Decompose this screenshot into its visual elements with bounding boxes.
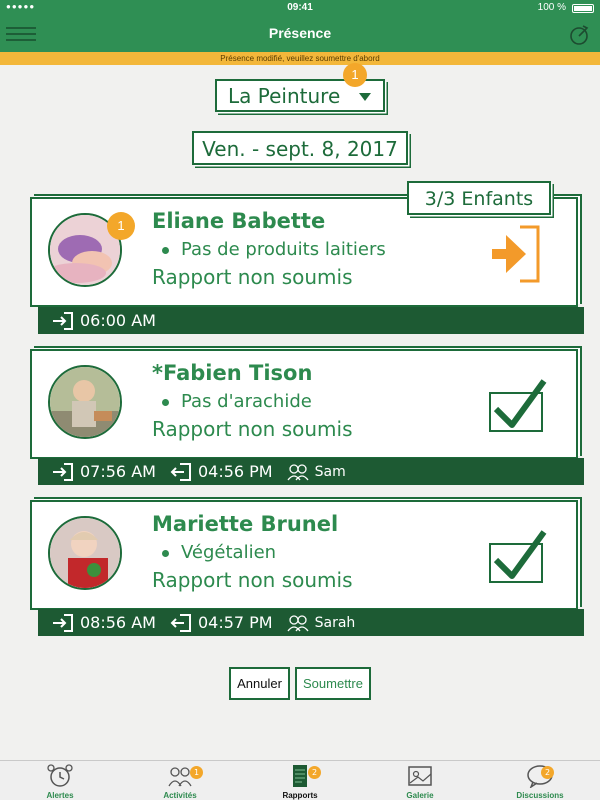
check-in-icon <box>53 462 73 481</box>
caret-down-icon <box>359 93 371 101</box>
tab-badge: 2 <box>541 766 554 779</box>
sync-icon[interactable] <box>566 22 592 48</box>
tab-label: Galerie <box>406 791 434 800</box>
check-in-time: 08:56 AM <box>80 613 156 632</box>
child-name: Mariette Brunel <box>152 512 339 536</box>
report-status: Rapport non soumis <box>152 568 353 592</box>
attendance-time-bar: 08:56 AM 04:57 PM Sarah <box>38 609 584 636</box>
staff-icon <box>287 614 309 631</box>
checkbox-checked-icon[interactable] <box>486 375 548 437</box>
children-count: 3/3 Enfants <box>407 181 551 215</box>
child-photo <box>48 516 122 590</box>
tab-discussions[interactable]: 2 Discussions <box>480 761 600 800</box>
staff-name: Sarah <box>314 614 356 631</box>
tab-label: Alertes <box>46 791 74 800</box>
check-in-time: 07:56 AM <box>80 462 156 481</box>
child-badge: 1 <box>107 212 135 240</box>
status-bar: ●●●●● 09:41 100 % <box>0 0 600 16</box>
gallery-icon <box>408 766 432 786</box>
child-diet: Pas de produits laitiers <box>162 239 386 260</box>
check-out-time: 04:57 PM <box>197 613 273 632</box>
tab-activites[interactable]: 1 Activités <box>120 761 240 800</box>
cancel-button[interactable]: Annuler <box>229 667 290 700</box>
child-photo <box>48 365 122 439</box>
sign-in-icon[interactable] <box>486 223 548 285</box>
tab-alertes[interactable]: Alertes <box>0 761 120 800</box>
attendance-time-bar: 07:56 AM 04:56 PM Sam <box>38 458 584 485</box>
check-in-icon <box>53 613 73 632</box>
child-diet: Végétalien <box>162 542 276 563</box>
check-out-icon <box>170 613 191 632</box>
check-in-time: 06:00 AM <box>80 311 156 330</box>
tab-galerie[interactable]: Galerie <box>360 761 480 800</box>
child-card[interactable]: Mariette Brunel Végétalien Rapport non s… <box>30 500 578 610</box>
tab-label: Rapports <box>282 791 318 800</box>
staff-name: Sam <box>314 463 346 480</box>
report-status: Rapport non soumis <box>152 417 353 441</box>
class-select-badge: 1 <box>343 63 367 87</box>
report-status: Rapport non soumis <box>152 265 353 289</box>
nav-bar: Présence <box>0 16 600 52</box>
child-card[interactable]: *Fabien Tison Pas d'arachide Rapport non… <box>30 349 578 459</box>
child-name: *Fabien Tison <box>152 361 313 385</box>
tab-rapports[interactable]: 2 Rapports <box>240 761 360 800</box>
child-diet: Pas d'arachide <box>162 391 312 412</box>
staff-icon <box>287 463 309 480</box>
activities-icon <box>168 767 192 787</box>
tab-bar: Alertes 1 Activités 2 Rapports Galerie 2… <box>0 760 600 800</box>
checkbox-checked-icon[interactable] <box>486 526 548 588</box>
child-name: Eliane Babette <box>152 209 326 233</box>
battery-icon <box>572 4 594 13</box>
submit-button[interactable]: Soumettre <box>295 667 371 700</box>
attendance-time-bar: 06:00 AM <box>38 307 584 334</box>
status-time: 09:41 <box>287 2 313 13</box>
class-select-value: La Peinture <box>228 84 341 108</box>
check-out-time: 04:56 PM <box>197 462 273 481</box>
tab-label: Discussions <box>516 791 564 800</box>
tab-badge: 2 <box>308 766 321 779</box>
alarm-clock-icon <box>47 764 73 787</box>
date-selector[interactable]: Ven. - sept. 8, 2017 <box>192 131 408 165</box>
warning-banner: Présence modifié, veuillez soumettre d'a… <box>0 52 600 65</box>
tab-badge: 1 <box>190 766 203 779</box>
page-title: Présence <box>268 25 332 41</box>
battery-level: 100 % <box>537 2 566 13</box>
tab-label: Activités <box>163 791 197 800</box>
check-in-icon <box>53 311 73 330</box>
check-out-icon <box>170 462 191 481</box>
